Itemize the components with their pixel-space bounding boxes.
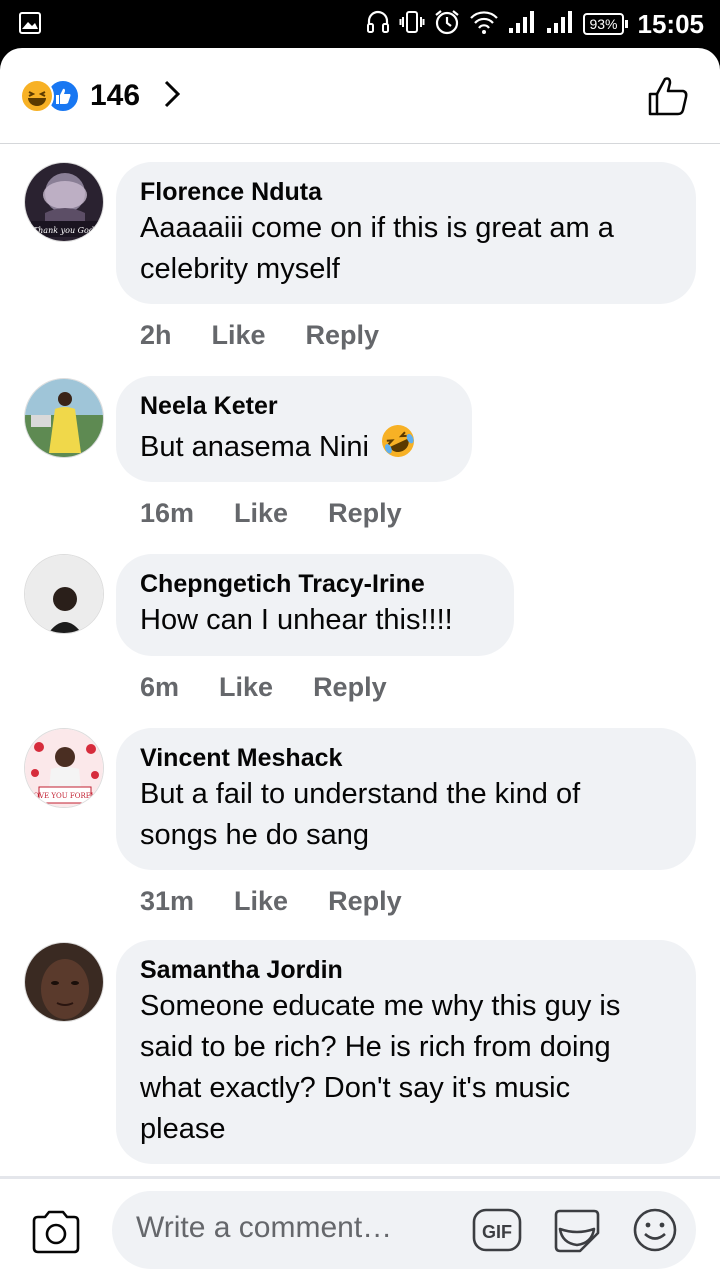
reply-link[interactable]: Reply: [328, 886, 402, 917]
avatar[interactable]: Thank you God!: [24, 162, 104, 242]
signal-icon-1: [507, 9, 537, 40]
headset-icon: [365, 9, 391, 40]
gif-icon: GIF: [472, 1208, 522, 1252]
commenter-name[interactable]: Florence Nduta: [140, 176, 672, 208]
sticker-button[interactable]: [552, 1205, 602, 1260]
comment-text-line: How can I unhear this!!!!: [140, 604, 453, 636]
comments-sheet: 146 Thank you God! Florence Nduta Aaaaai…: [0, 48, 720, 1280]
thumbs-up-icon: [648, 77, 688, 116]
comment-composer: Write a comment… GIF: [0, 1176, 720, 1280]
emoji-button[interactable]: [632, 1207, 678, 1258]
smiley-icon: [633, 1208, 677, 1252]
comment-text-line: songs he do sang: [140, 819, 369, 851]
comment-text-line: But anasema Nini: [140, 430, 369, 463]
comment-input[interactable]: Write a comment… GIF: [112, 1191, 696, 1269]
avatar[interactable]: I LOVE YOU FOREVER: [24, 728, 104, 808]
reply-link[interactable]: Reply: [306, 320, 380, 351]
reactions-summary[interactable]: 146: [20, 76, 182, 116]
avatar-caption: I LOVE YOU FOREVER: [25, 792, 104, 800]
comment-text-line: said to be rich? He is rich from doing: [140, 1031, 611, 1063]
reactions-header: 146: [0, 48, 720, 144]
rofl-emoji-icon: [379, 422, 417, 472]
chevron-right-icon: [162, 78, 182, 115]
haha-reaction-icon: [20, 79, 54, 113]
svg-text:GIF: GIF: [482, 1222, 512, 1242]
commenter-name[interactable]: Vincent Meshack: [140, 742, 672, 774]
comment-bubble[interactable]: Neela Keter But anasema Nini: [116, 376, 472, 482]
comment-text-line: celebrity myself: [140, 253, 340, 285]
comment-time[interactable]: 2h: [140, 320, 172, 351]
avatar[interactable]: [24, 942, 104, 1022]
avatar-caption: Thank you God!: [33, 226, 97, 235]
commenter-name[interactable]: Neela Keter: [140, 390, 448, 422]
comment-text-line: But a fail to understand the kind of: [140, 778, 581, 810]
clock: 15:05: [637, 8, 705, 39]
comment-text-line: please: [140, 1113, 226, 1145]
avatar[interactable]: [24, 378, 104, 458]
comment-text-row: But anasema Nini: [140, 422, 448, 472]
commenter-name[interactable]: Chepngetich Tracy-Irine: [140, 568, 490, 600]
status-bar: 93% 15:05: [0, 0, 720, 48]
signal-icon-2: [545, 9, 575, 40]
like-link[interactable]: Like: [234, 886, 288, 917]
like-link[interactable]: Like: [212, 320, 266, 351]
avatar[interactable]: [24, 554, 104, 634]
comment-time[interactable]: 6m: [140, 672, 179, 703]
comment-text-line: Aaaaaiii come on if this is great am a: [140, 212, 614, 244]
comment-bubble[interactable]: Samantha Jordin Someone educate me why t…: [116, 940, 696, 1164]
commenter-name[interactable]: Samantha Jordin: [140, 954, 672, 986]
comment-bubble[interactable]: Chepngetich Tracy-Irine How can I unhear…: [116, 554, 514, 656]
comment-time[interactable]: 31m: [140, 886, 194, 917]
camera-button[interactable]: [30, 1209, 82, 1260]
comment-placeholder: Write a comment…: [136, 1211, 393, 1244]
reply-link[interactable]: Reply: [313, 672, 387, 703]
like-link[interactable]: Like: [219, 672, 273, 703]
reply-link[interactable]: Reply: [328, 498, 402, 529]
comment-bubble[interactable]: Vincent Meshack But a fail to understand…: [116, 728, 696, 870]
reaction-count: 146: [90, 79, 141, 112]
comment-bubble[interactable]: Florence Nduta Aaaaaiii come on if this …: [116, 162, 696, 304]
sticker-icon: [554, 1209, 600, 1253]
comment-text-line: Someone educate me why this guy is: [140, 990, 621, 1022]
vibrate-icon: [399, 9, 425, 40]
gif-button[interactable]: GIF: [472, 1207, 522, 1258]
alarm-icon: [433, 8, 461, 41]
like-link[interactable]: Like: [234, 498, 288, 529]
gallery-notification-icon: [18, 11, 42, 40]
comment-text-line: what exactly? Don't say it's music: [140, 1072, 571, 1104]
battery-indicator: 93%: [583, 13, 628, 35]
like-post-button[interactable]: [646, 74, 690, 123]
camera-icon: [32, 1210, 80, 1254]
comment-time[interactable]: 16m: [140, 498, 194, 529]
wifi-icon: [469, 9, 499, 40]
